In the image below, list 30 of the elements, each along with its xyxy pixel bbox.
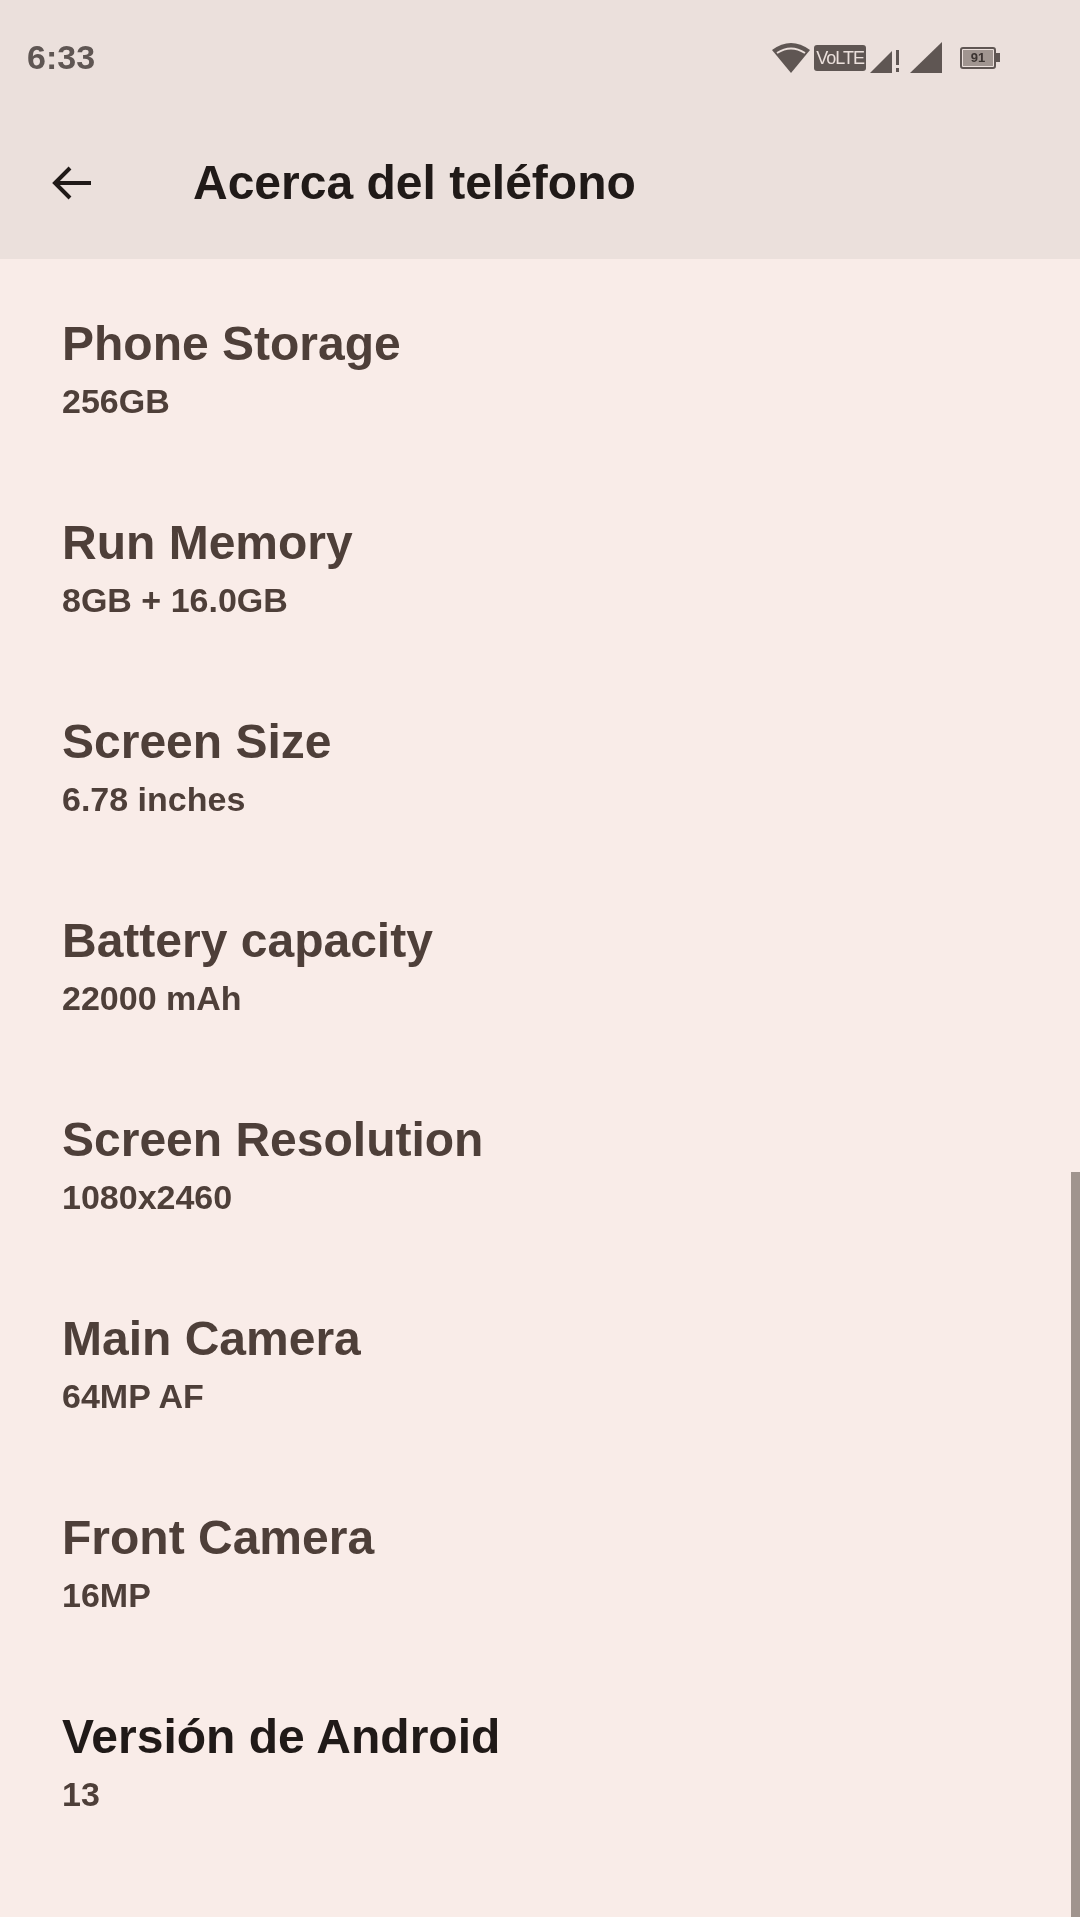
item-value: 64MP AF [62, 1376, 204, 1416]
info-item[interactable]: Screen Size 6.78 inches [0, 657, 1068, 856]
info-item[interactable]: Run Memory 8GB + 16.0GB [0, 458, 1068, 657]
signal-icon [910, 41, 944, 74]
item-value: 16MP [62, 1575, 151, 1615]
screen-title: Acerca del teléfono [193, 155, 636, 211]
info-item[interactable]: Phone Storage 256GB [0, 259, 1068, 458]
item-title: Run Memory [62, 516, 353, 570]
item-title: Screen Resolution [62, 1113, 484, 1167]
item-title: Battery capacity [62, 914, 433, 968]
info-item[interactable]: Versión de Android 13 [0, 1652, 1068, 1851]
item-value: 22000 mAh [62, 978, 242, 1018]
status-time: 6:33 [27, 37, 96, 78]
item-value: 8GB + 16.0GB [62, 580, 288, 620]
wifi-icon [772, 41, 811, 74]
item-value: 256GB [62, 381, 170, 421]
item-title: Front Camera [62, 1511, 375, 1565]
item-value: 13 [62, 1774, 100, 1814]
info-item[interactable]: Main Camera 64MP AF [0, 1254, 1068, 1453]
info-item[interactable]: Screen Resolution 1080x2460 [0, 1055, 1068, 1254]
item-value: 1080x2460 [62, 1177, 233, 1217]
info-item[interactable]: Battery capacity 22000 mAh [0, 856, 1068, 1055]
volte-icon: VoLTE [814, 44, 866, 71]
item-title: Versión de Android [62, 1710, 501, 1764]
item-title: Main Camera [62, 1312, 361, 1366]
item-title: Screen Size [62, 715, 332, 769]
item-value: 6.78 inches [62, 779, 246, 819]
item-title: Phone Storage [62, 317, 401, 371]
info-item[interactable]: Front Camera 16MP [0, 1453, 1068, 1652]
back-arrow-icon [51, 165, 93, 201]
